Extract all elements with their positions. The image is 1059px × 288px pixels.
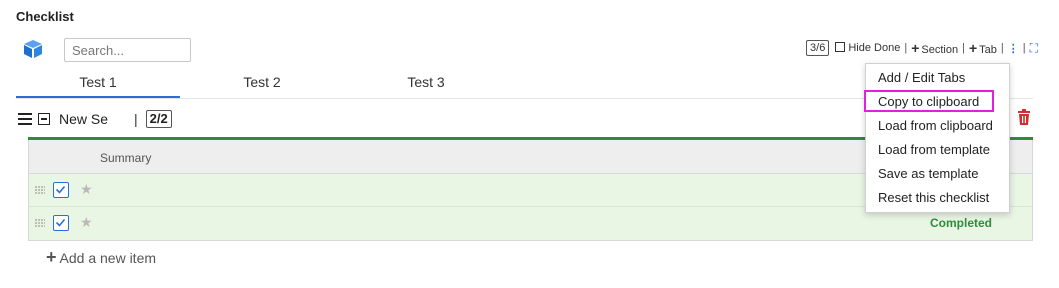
add-tab-label: Tab [979, 44, 997, 56]
divider: | [904, 42, 908, 54]
plus-icon: + [46, 247, 57, 267]
search-input[interactable] [64, 38, 191, 62]
menu-item-load-from-template[interactable]: Load from template [878, 142, 990, 157]
divider: | [1000, 42, 1004, 54]
menu-item-reset-checklist[interactable]: Reset this checklist [878, 190, 989, 205]
divider: | [962, 42, 965, 54]
status-text: Completed [929, 216, 992, 230]
page-title: Checklist [16, 9, 74, 24]
menu-item-highlight [864, 90, 994, 112]
progress-counter: 3/6 [806, 40, 830, 56]
toolbar: 3/6 Hide Done | + Section | + Tab | ⋮ | ⛶ [806, 40, 1038, 56]
section-name[interactable]: New Se [59, 111, 108, 127]
add-item-button[interactable]: + Add a new item [46, 247, 156, 268]
add-section-label: Section [921, 44, 959, 56]
expand-icon[interactable]: ⛶ [1030, 41, 1038, 56]
menu-item-save-as-template[interactable]: Save as template [878, 166, 978, 181]
options-menu: Add / Edit Tabs Copy to clipboard Load f… [864, 63, 1010, 213]
divider: | [134, 111, 138, 127]
more-options-icon[interactable]: ⋮ [1008, 42, 1019, 55]
tab-test-2[interactable]: Test 2 [180, 74, 344, 98]
grip-icon[interactable] [35, 186, 45, 194]
star-icon[interactable]: ★ [80, 181, 93, 198]
checkbox-icon[interactable] [835, 42, 846, 52]
trash-icon[interactable] [1016, 108, 1032, 126]
hide-done-label: Hide Done [848, 42, 901, 54]
section-count: 2/2 [145, 110, 172, 128]
checkbox-icon[interactable] [53, 182, 69, 198]
add-section-button[interactable]: + Section [911, 40, 958, 56]
add-item-label: Add a new item [59, 249, 157, 266]
grip-icon[interactable] [35, 219, 45, 227]
section-header: New Se | 2/2 [16, 108, 172, 130]
hide-done-toggle[interactable]: Hide Done [835, 42, 900, 54]
tab-test-1[interactable]: Test 1 [16, 74, 180, 98]
menu-icon[interactable] [18, 113, 32, 125]
star-icon[interactable]: ★ [80, 214, 93, 231]
checkbox-icon[interactable] [53, 215, 69, 231]
column-summary: Summary [100, 151, 152, 165]
collapse-icon[interactable] [38, 113, 50, 125]
cube-icon[interactable] [22, 38, 44, 60]
add-tab-button[interactable]: + Tab [969, 40, 997, 56]
divider: | [1022, 42, 1026, 54]
menu-item-load-from-clipboard[interactable]: Load from clipboard [878, 118, 993, 133]
menu-item-add-edit-tabs[interactable]: Add / Edit Tabs [878, 70, 965, 85]
plus-icon: + [968, 40, 978, 56]
tab-test-3[interactable]: Test 3 [344, 74, 508, 98]
plus-icon: + [911, 40, 920, 56]
